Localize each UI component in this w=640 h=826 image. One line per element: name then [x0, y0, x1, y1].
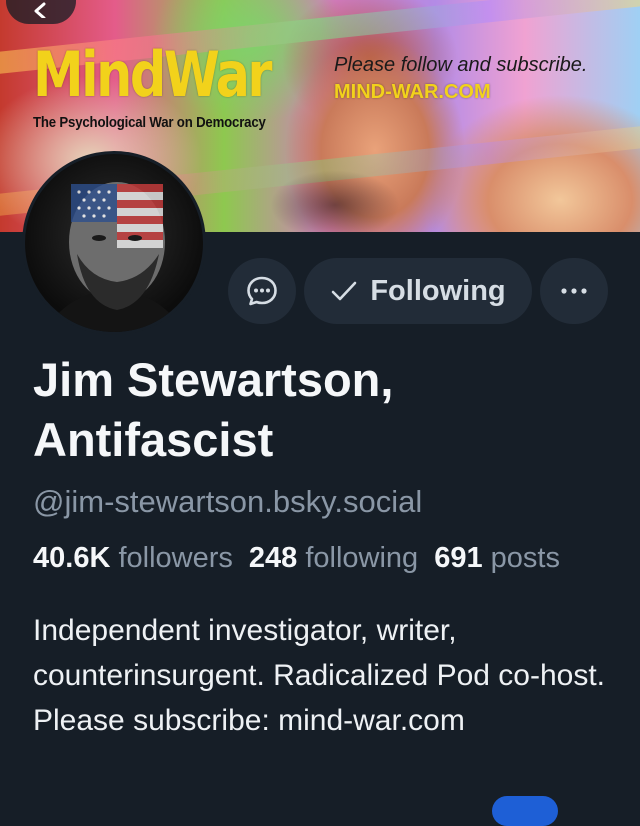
following-stat[interactable]: 248 following — [249, 542, 418, 574]
floating-action-button[interactable] — [492, 796, 558, 826]
profile-display-name: Jim Stewartson, Antifascist — [33, 353, 394, 466]
banner-promo-text: Please follow and subscribe. — [334, 54, 588, 76]
more-options-button[interactable] — [540, 258, 608, 324]
posts-count: 691 — [434, 542, 483, 574]
posts-label: posts — [490, 542, 560, 574]
ellipsis-icon — [561, 288, 587, 294]
back-button[interactable] — [6, 0, 76, 24]
avatar-image — [25, 154, 203, 332]
following-count: 248 — [248, 542, 298, 574]
banner-logo: MindWar The Psychological War on Democra… — [33, 38, 303, 132]
profile-bio: Independent investigator, writer, counte… — [33, 614, 605, 737]
checkmark-icon — [332, 281, 357, 301]
avatar[interactable] — [22, 151, 206, 335]
banner-logo-title: MindWar — [33, 38, 272, 111]
following-label: following — [305, 542, 419, 574]
followers-stat[interactable]: 40.6K followers — [33, 542, 233, 574]
chevron-left-icon — [34, 2, 46, 18]
profile-stats: 40.6K followers 248 following 691 posts — [33, 542, 640, 575]
message-button[interactable] — [228, 258, 296, 324]
followers-label: followers — [118, 542, 233, 574]
banner-promo: Please follow and subscribe. MIND-WAR.CO… — [334, 54, 587, 104]
chat-bubble-icon — [247, 276, 277, 306]
following-button[interactable]: Following — [304, 258, 532, 324]
banner-promo-url: MIND-WAR.COM — [334, 81, 491, 103]
followers-count: 40.6K — [33, 542, 111, 574]
following-button-label: Following — [370, 274, 506, 307]
banner-logo-tagline: The Psychological War on Democracy — [33, 114, 266, 131]
profile-handle: @jim-stewartson.bsky.social — [33, 484, 423, 519]
posts-stat: 691 posts — [434, 542, 560, 574]
